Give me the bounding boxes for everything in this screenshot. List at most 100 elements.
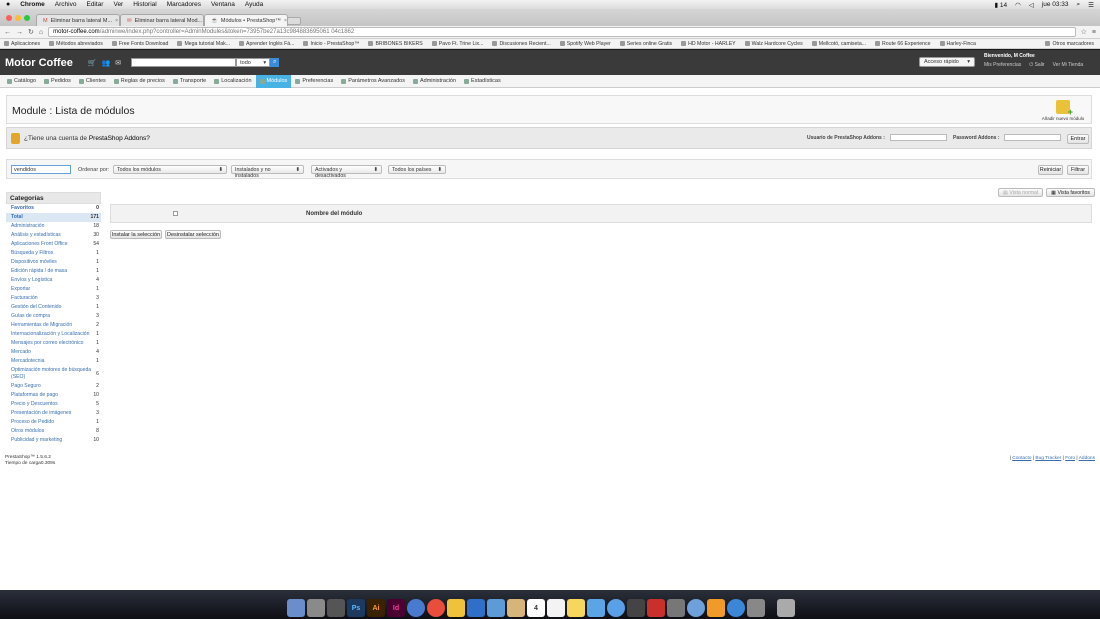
customers-icon[interactable]: 👥 [102,59,111,67]
admin-search-input[interactable] [131,58,237,67]
photos-icon[interactable] [667,599,685,617]
messages-icon[interactable]: ✉ [115,59,121,67]
country-select[interactable]: Todos los países ⬍ [388,165,446,174]
addons-login-button[interactable]: Entrar [1067,134,1089,144]
bug-tracker-link[interactable]: Bug Tracker [1035,456,1061,461]
other-bookmarks[interactable]: Otros marcadores [1045,41,1094,47]
menu-icon[interactable]: ≡ [1092,29,1096,36]
category-item[interactable]: Aplicaciones Front Office 54 [6,240,101,249]
nav-item-estad-sticas[interactable]: Estadísticas [460,75,505,88]
photo-booth-icon[interactable] [647,599,665,617]
itunes-icon[interactable] [687,599,705,617]
category-item[interactable]: Pago Seguro 2 [6,382,101,391]
category-item[interactable]: Guías de compra 3 [6,312,101,321]
category-item[interactable]: Facturación 3 [6,294,101,303]
nav-item-preferencias[interactable]: Preferencias [291,75,337,88]
category-item[interactable]: Envíos y Logística 4 [6,276,101,285]
close-tab-icon[interactable]: × [115,18,118,24]
reload-icon[interactable]: ↻ [28,28,34,36]
category-item[interactable]: Plataformas de pago 10 [6,391,101,400]
forward-icon[interactable]: → [16,29,23,36]
bookmark-item[interactable]: Pavo Ft. Trine Lix... [431,41,483,47]
bookmark-item[interactable]: Discusiones Recient... [492,41,551,47]
wifi-icon[interactable]: ◠ [1015,1,1021,9]
category-item[interactable]: Búsqueda y Filtros 1 [6,249,101,258]
finder-icon[interactable] [287,599,305,617]
category-item[interactable]: Análisis y estadísticas 30 [6,231,101,240]
bookmark-item[interactable]: Mega tutorial Mak... [177,41,230,47]
trash-icon[interactable] [777,599,795,617]
illustrator-icon[interactable]: Ai [367,599,385,617]
search-button[interactable]: ⌕ [270,58,280,67]
browser-tab-1[interactable]: M Eliminar barra lateral M... × [36,14,120,26]
zoom-window-icon[interactable] [24,15,30,21]
nav-item-clientes[interactable]: Clientes [75,75,110,88]
volume-icon[interactable]: ◁ [1029,1,1034,9]
nav-item-m-dulos[interactable]: Módulos [255,74,292,88]
notes-icon[interactable] [567,599,585,617]
select-all-checkbox[interactable] [173,211,178,216]
my-preferences-link[interactable]: Mis Preferencias [984,62,1021,68]
menu-marcadores[interactable]: Marcadores [167,1,201,8]
nav-item-reglas-de-precios[interactable]: Reglas de precios [110,75,169,88]
addons-password-input[interactable] [1004,134,1061,141]
close-window-icon[interactable] [6,15,12,21]
ibooks-icon[interactable] [707,599,725,617]
reminders-icon[interactable] [547,599,565,617]
category-item[interactable]: Precio y Descuentos 5 [6,400,101,409]
nav-item-cat-logo[interactable]: Catálogo [3,75,40,88]
install-status-select[interactable]: Instalados y no instalados ⬍ [231,165,304,179]
category-item[interactable]: Optimización motores de búsqueda (SEO) 6 [6,366,101,382]
chrome-icon[interactable] [427,599,445,617]
nav-item-pedidos[interactable]: Pedidos [40,75,75,88]
bookmark-item[interactable]: Walz Hardcore Cycles [744,41,803,47]
preview-icon[interactable] [487,599,505,617]
addons-user-input[interactable] [890,134,947,141]
category-item[interactable]: Mercado 4 [6,348,101,357]
view-shop-link[interactable]: Ver Mi Tienda [1053,62,1084,68]
bookmark-item[interactable]: Aplicaciones [4,41,40,47]
forum-link[interactable]: Foro [1065,456,1075,461]
category-item[interactable]: Presentación de imágenes 3 [6,409,101,418]
contacts-icon[interactable] [507,599,525,617]
bookmark-star-icon[interactable]: ☆ [1081,28,1087,36]
facetime-icon[interactable] [627,599,645,617]
home-icon[interactable]: ⌂ [39,29,43,36]
category-item[interactable]: Mercadotecnia 1 [6,357,101,366]
mission-control-icon[interactable] [327,599,345,617]
category-item[interactable]: Proceso de Pedido 1 [6,418,101,427]
apple-icon[interactable]: ● [6,1,10,8]
notification-center-icon[interactable]: ☰ [1088,1,1094,9]
bookmark-item[interactable]: Inicio - PrestaShop™ [303,41,359,47]
addons-link[interactable]: Addons [1079,456,1095,461]
shop-name[interactable]: Motor Coffee [5,57,73,69]
safari-icon[interactable] [407,599,425,617]
menu-editar[interactable]: Editar [86,1,103,8]
logout-link[interactable]: ⏻ Salir [1029,62,1044,68]
bookmark-item[interactable]: Harley-Finca [939,41,976,47]
category-item[interactable]: Gestión del Contenido 1 [6,303,101,312]
menu-historial[interactable]: Historial [133,1,156,8]
sketch-icon[interactable] [447,599,465,617]
back-icon[interactable]: ← [4,29,11,36]
app-icon[interactable] [467,599,485,617]
spotlight-icon[interactable]: ⌕ [1077,1,1081,9]
category-item[interactable]: Favoritos 0 [6,204,101,213]
module-search-input[interactable]: vendidos [11,165,71,174]
bookmark-item[interactable]: Free Fonts Download [111,41,168,47]
menu-archivo[interactable]: Archivo [55,1,77,8]
system-preferences-icon[interactable] [747,599,765,617]
nav-item-par-metros-avanzados[interactable]: Parámetros Avanzados [337,75,409,88]
category-item[interactable]: Publicidad y marketing 10 [6,436,101,445]
install-selection-button[interactable]: Instalar la selección [110,230,162,239]
launchpad-icon[interactable] [307,599,325,617]
app-store-icon[interactable] [727,599,745,617]
category-item[interactable]: Mensajes por correo electrónico 1 [6,339,101,348]
contact-link[interactable]: Contacto [1012,456,1031,461]
category-item[interactable]: Administración 18 [6,222,101,231]
menu-ayuda[interactable]: Ayuda [245,1,263,8]
clock[interactable]: jue 03:33 [1042,1,1069,8]
uninstall-selection-button[interactable]: Desinstalar selección [165,230,221,239]
bookmark-item[interactable]: Spotify Web Player [559,41,611,47]
bookmark-item[interactable]: Métodos abreviados [49,41,103,47]
